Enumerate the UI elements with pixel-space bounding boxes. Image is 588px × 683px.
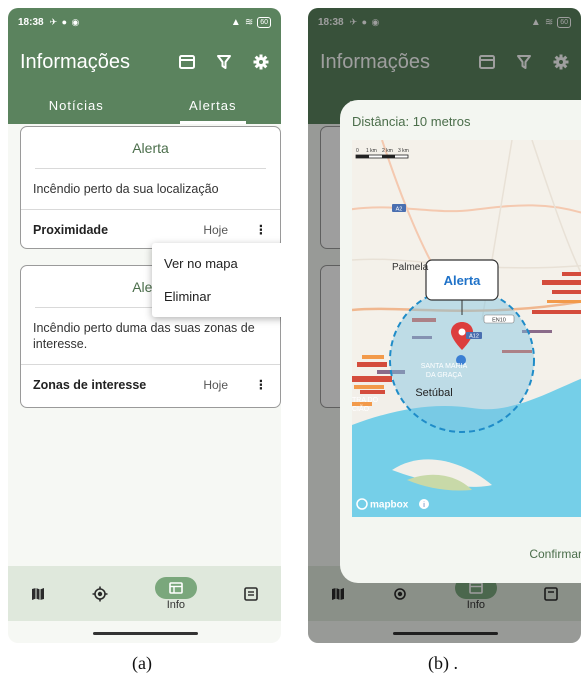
map-icon bbox=[32, 587, 45, 600]
mapbox-logo: mapbox bbox=[370, 500, 409, 511]
tab-noticias[interactable]: Notícias bbox=[8, 88, 145, 124]
gear-icon[interactable] bbox=[253, 54, 269, 70]
article-icon bbox=[243, 586, 258, 601]
caption-a: (a) bbox=[132, 653, 152, 673]
alert-type: Proximidade bbox=[33, 222, 109, 237]
caption-b: (b) . bbox=[428, 653, 458, 673]
more-options-icon[interactable]: ⋮ bbox=[254, 222, 268, 237]
page-title: Informações bbox=[20, 50, 131, 73]
scale-label: 1 km bbox=[366, 148, 377, 154]
filter-icon[interactable] bbox=[217, 55, 231, 69]
nav-news[interactable] bbox=[243, 586, 258, 601]
tab-alertas[interactable]: Alertas bbox=[145, 88, 282, 124]
alert-type: Zonas de interesse bbox=[33, 377, 147, 392]
phone-screen-a: 18:38 ✈ ● ◉ ▲ ≋ 60 Informações Notícias … bbox=[8, 8, 281, 643]
alert-date: Hoje bbox=[203, 377, 228, 392]
road-shield: A2 bbox=[396, 207, 403, 213]
place-label: CIÃO bbox=[352, 404, 370, 413]
context-menu: Ver no mapa Eliminar bbox=[152, 243, 281, 317]
home-indicator[interactable] bbox=[92, 632, 198, 635]
notification-icons: ✈ ● ◉ bbox=[49, 16, 81, 27]
alert-map[interactable]: Alerta 0 1 km 2 km 3 km A2 EN10 A12 Palm… bbox=[352, 140, 581, 517]
place-label: DA GRAÇA bbox=[426, 372, 463, 379]
place-label: TRA DO bbox=[352, 397, 379, 404]
alert-card: Alerta Incêndio perto da sua localização… bbox=[20, 126, 281, 249]
app-bar: Informações bbox=[8, 36, 281, 88]
nav-info[interactable]: Info bbox=[154, 576, 197, 611]
more-options-icon[interactable]: ⋮ bbox=[254, 377, 268, 392]
alert-message: Incêndio perto da sua localização bbox=[21, 169, 280, 210]
nav-info-pill bbox=[154, 576, 197, 599]
distance-text: Distância: 10 metros bbox=[352, 114, 471, 129]
place-label: Setúbal bbox=[415, 387, 452, 399]
battery-icon: 60 bbox=[257, 16, 271, 28]
menu-item-view-on-map[interactable]: Ver no mapa bbox=[152, 247, 281, 280]
status-bar: 18:38 ✈ ● ◉ ▲ ≋ 60 bbox=[8, 8, 281, 36]
nav-info-label: Info bbox=[166, 598, 186, 611]
alert-map-dialog: Distância: 10 metros Alerta 0 1 km 2 km … bbox=[340, 100, 581, 583]
tab-bar: Notícias Alertas bbox=[8, 88, 281, 124]
scale-label: 2 km bbox=[382, 148, 393, 154]
menu-item-delete[interactable]: Eliminar bbox=[152, 280, 281, 313]
phone-screen-b: 18:38 ✈ ● ◉ ▲ ≋ 60 Informações Notícias … bbox=[308, 8, 581, 643]
location-target-icon bbox=[92, 586, 108, 601]
calendar-icon[interactable] bbox=[179, 55, 195, 69]
road-shield: EN10 bbox=[492, 318, 506, 324]
alert-title: Alerta bbox=[35, 127, 266, 169]
map-callout: Alerta bbox=[444, 273, 482, 288]
alert-date: Hoje bbox=[203, 222, 228, 237]
bottom-navigation: Info bbox=[8, 566, 281, 621]
scale-label: 3 km bbox=[398, 148, 409, 154]
road-shield: A12 bbox=[469, 334, 479, 340]
place-label: Palmela bbox=[392, 262, 429, 273]
status-time: 18:38 bbox=[18, 16, 44, 28]
confirm-button[interactable]: Confirmar bbox=[529, 547, 581, 561]
nav-location[interactable] bbox=[92, 586, 108, 602]
wifi-icon: ≋ bbox=[244, 16, 254, 28]
nav-map[interactable] bbox=[31, 587, 45, 601]
info-table-icon bbox=[169, 581, 183, 594]
app-actions bbox=[179, 54, 269, 70]
place-label: SANTA MARIA bbox=[421, 363, 468, 370]
scale-label: 0 bbox=[356, 148, 359, 154]
system-icons: ▲ ≋ 60 bbox=[230, 16, 271, 28]
alert-footer: Zonas de interesse Hoje ⋮ bbox=[21, 365, 280, 404]
signal-icon: ▲ bbox=[230, 16, 241, 28]
